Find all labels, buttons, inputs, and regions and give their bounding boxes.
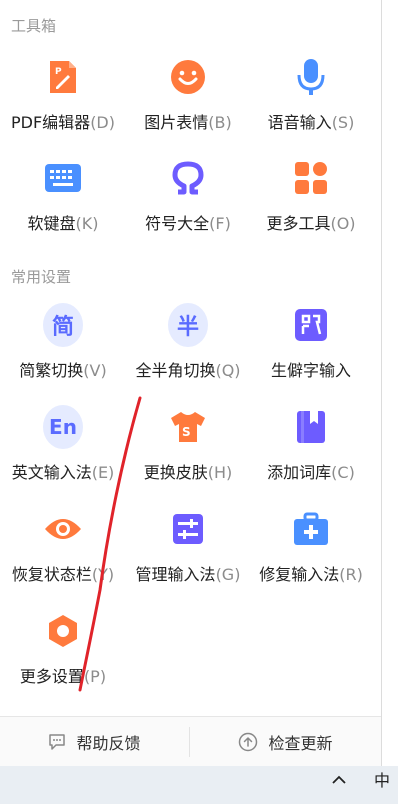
setting-add-dictionary-label: 添加词库	[267, 463, 332, 482]
setting-manage-input[interactable]: 管理输入法(G)	[125, 509, 251, 609]
setting-english-input-shortcut: (E)	[91, 463, 115, 482]
help-feedback-label: 帮助反馈	[76, 734, 141, 753]
setting-simplified-traditional-shortcut: (V)	[83, 361, 107, 380]
pdf-editor-icon: P	[43, 57, 83, 97]
tool-image-emoji-shortcut: (B)	[208, 113, 232, 132]
tool-more-tools-label: 更多工具	[266, 214, 331, 233]
setting-manage-input-label: 管理输入法	[135, 565, 216, 584]
microphone-icon	[291, 57, 331, 97]
simplified-icon-glyph: 简	[51, 315, 74, 340]
tool-symbols-shortcut: (F)	[209, 214, 231, 233]
help-feedback-button[interactable]: 帮助反馈	[0, 717, 189, 767]
tool-symbols[interactable]: 符号大全(F)	[125, 158, 251, 258]
keyboard-icon	[43, 158, 83, 198]
upload-arrow-icon	[239, 732, 258, 752]
setting-simplified-traditional-label: 简繁切换	[19, 361, 84, 380]
chevron-up-icon	[332, 775, 346, 784]
setting-rare-char-input-label: 生僻字输入	[270, 361, 351, 380]
check-update-button[interactable]: 检查更新	[190, 717, 381, 767]
toolbox-icon	[291, 509, 331, 549]
panel-edge-strip	[382, 0, 398, 766]
tool-more-tools[interactable]: 更多工具(O)	[248, 158, 374, 258]
half-width-icon: 半	[168, 303, 208, 347]
hexagon-settings-icon	[43, 611, 83, 651]
setting-restore-status-bar-label: 恢复状态栏	[11, 565, 92, 584]
tool-soft-keyboard-label: 软键盘	[27, 214, 76, 233]
bookmark-book-icon	[291, 407, 331, 447]
setting-simplified-traditional[interactable]: 简 简繁切换(V)	[0, 303, 126, 405]
smiley-icon	[168, 57, 208, 97]
rare-character-icon	[291, 305, 331, 345]
taskbar: 中	[0, 766, 398, 804]
setting-repair-input-shortcut: (R)	[339, 565, 363, 584]
setting-full-half-width-label: 全半角切换	[135, 361, 216, 380]
tool-voice-input-label: 语音输入	[267, 113, 332, 132]
check-update-label: 检查更新	[268, 734, 333, 753]
simplified-icon: 简	[43, 303, 83, 347]
chat-bubble-icon	[49, 734, 66, 750]
sliders-icon	[168, 509, 208, 549]
setting-full-half-width-shortcut: (Q)	[215, 361, 241, 380]
tshirt-icon: S	[168, 407, 208, 447]
toolbox-panel: 工具箱 P PDF编辑器(D) 图片表情(B) 语音输入(S) 软键盘(K) 符…	[0, 0, 382, 767]
svg-text:P: P	[55, 67, 62, 77]
setting-rare-char-input[interactable]: 生僻字输入	[248, 305, 374, 405]
tool-image-emoji[interactable]: 图片表情(B)	[125, 57, 251, 157]
tool-voice-input-shortcut: (S)	[331, 113, 355, 132]
ime-indicator[interactable]: 中	[374, 767, 390, 791]
setting-repair-input[interactable]: 修复输入法(R)	[248, 509, 374, 609]
tool-voice-input[interactable]: 语音输入(S)	[248, 57, 374, 157]
omega-icon	[168, 158, 208, 198]
tool-soft-keyboard-shortcut: (K)	[75, 214, 99, 233]
tool-symbols-label: 符号大全	[145, 214, 210, 233]
section-title-toolbox: 工具箱	[11, 17, 57, 35]
half-width-icon-glyph: 半	[176, 315, 199, 340]
english-icon: En	[43, 405, 83, 449]
tool-pdf-editor[interactable]: P PDF编辑器(D)	[0, 57, 126, 157]
setting-change-skin[interactable]: S 更换皮肤(H)	[125, 407, 251, 507]
setting-more-settings-shortcut: (P)	[83, 667, 107, 686]
tool-more-tools-shortcut: (O)	[330, 214, 356, 233]
setting-more-settings[interactable]: 更多设置(P)	[0, 611, 126, 711]
english-icon-glyph: En	[49, 415, 77, 439]
setting-change-skin-label: 更换皮肤	[143, 463, 208, 482]
eye-icon	[43, 509, 83, 549]
setting-change-skin-shortcut: (H)	[207, 463, 233, 482]
setting-english-input[interactable]: En 英文输入法(E)	[0, 405, 126, 507]
bottom-bar: 帮助反馈 检查更新	[0, 716, 381, 767]
setting-restore-status-bar-shortcut: (Y)	[91, 565, 115, 584]
setting-full-half-width[interactable]: 半 全半角切换(Q)	[125, 303, 251, 405]
setting-english-input-label: 英文输入法	[11, 463, 92, 482]
setting-restore-status-bar[interactable]: 恢复状态栏(Y)	[0, 509, 126, 609]
setting-repair-input-label: 修复输入法	[259, 565, 340, 584]
setting-add-dictionary-shortcut: (C)	[331, 463, 355, 482]
tool-soft-keyboard[interactable]: 软键盘(K)	[0, 158, 126, 258]
svg-text:S: S	[182, 425, 191, 439]
tool-image-emoji-label: 图片表情	[144, 113, 209, 132]
tool-pdf-editor-shortcut: (D)	[90, 113, 115, 132]
setting-more-settings-label: 更多设置	[19, 667, 84, 686]
section-title-common-settings: 常用设置	[11, 268, 72, 286]
show-hidden-icons-button[interactable]	[326, 768, 352, 792]
setting-add-dictionary[interactable]: 添加词库(C)	[248, 407, 374, 507]
tool-pdf-editor-label: PDF编辑器	[11, 113, 91, 132]
setting-manage-input-shortcut: (G)	[215, 565, 241, 584]
apps-grid-icon	[291, 158, 331, 198]
